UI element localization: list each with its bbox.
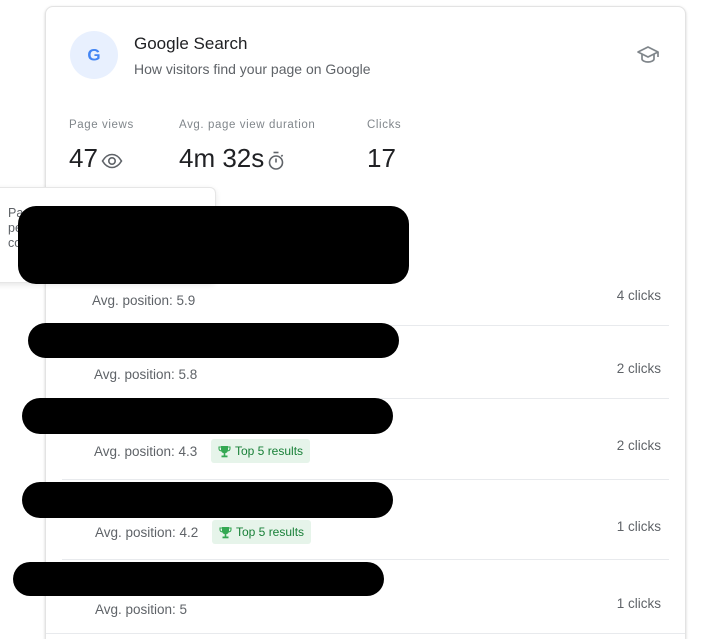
metric-avg-duration: Avg. page view duration 4m 32s <box>179 119 315 174</box>
metric-label: Clicks <box>367 119 402 131</box>
trophy-icon <box>219 526 232 538</box>
badge-label: Top 5 results <box>236 525 305 539</box>
query-clicks: 1 clicks <box>616 519 661 534</box>
query-clicks: 1 clicks <box>616 596 661 611</box>
metric-page-views: Page views 47 <box>69 119 134 174</box>
card-subtitle: How visitors find your page on Google <box>134 61 371 77</box>
top-5-results-badge: Top 5 results <box>212 520 312 544</box>
metric-clicks: Clicks 17 <box>367 119 401 174</box>
query-avg-position: Avg. position: 5.9 <box>92 293 196 308</box>
row-divider <box>62 559 669 560</box>
trophy-icon <box>218 445 231 457</box>
svg-text:G: G <box>87 46 100 65</box>
card-title: Google Search <box>134 34 248 53</box>
query-clicks: 2 clicks <box>616 438 661 453</box>
timer-icon <box>268 151 284 170</box>
top-5-results-badge: Top 5 results <box>211 439 311 463</box>
query-clicks: 4 clicks <box>616 288 661 303</box>
stage: G Google Search How visitors find your p… <box>0 0 710 639</box>
query-avg-position: Avg. position: 4.3 <box>94 444 198 459</box>
redaction-bar <box>13 562 384 596</box>
google-logo: G <box>70 31 118 79</box>
metric-value: 4m 32s <box>179 143 265 173</box>
redaction-bar <box>22 482 393 518</box>
query-avg-position: Avg. position: 4.2 <box>95 525 199 540</box>
metric-label: Avg. page view duration <box>179 119 316 131</box>
redaction-bar <box>18 206 409 284</box>
query-avg-position: Avg. position: 5 <box>95 602 188 617</box>
row-divider <box>62 479 669 480</box>
query-clicks: 2 clicks <box>616 361 661 376</box>
eye-icon <box>101 153 123 168</box>
redaction-bar <box>22 398 393 434</box>
google-g-icon: G <box>87 46 100 65</box>
query-avg-position: Avg. position: 5.8 <box>94 367 198 382</box>
badge-label: Top 5 results <box>235 444 304 458</box>
graduation-cap-icon[interactable] <box>636 43 660 67</box>
row-divider <box>46 633 685 634</box>
metric-value: 47 <box>69 143 98 173</box>
metric-label: Page views <box>69 119 134 131</box>
metric-value: 17 <box>367 143 396 173</box>
redaction-bar <box>28 323 399 358</box>
